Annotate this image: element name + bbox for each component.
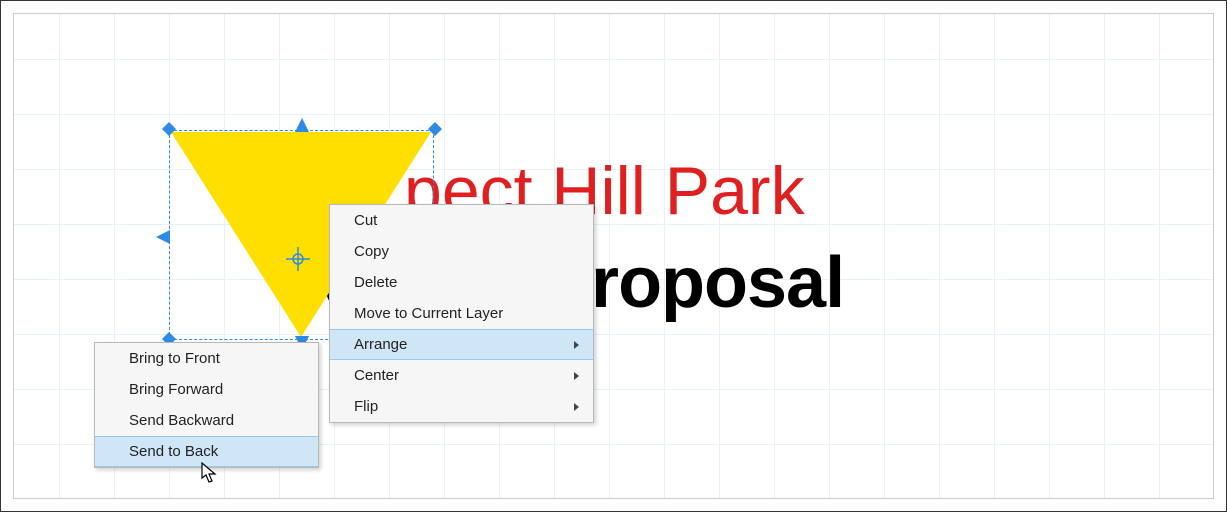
menu-item-flip[interactable]: Flip — [330, 391, 593, 422]
menu-item-delete[interactable]: Delete — [330, 267, 593, 298]
menu-item-copy[interactable]: Copy — [330, 236, 593, 267]
submenu-item-bring-to-front[interactable]: Bring to Front — [95, 343, 318, 374]
submenu-item-label: Send to Back — [129, 443, 218, 460]
submenu-item-label: Bring to Front — [129, 350, 220, 367]
menu-item-label: Move to Current Layer — [354, 305, 503, 322]
selection-handle-top-left[interactable] — [162, 122, 176, 136]
context-menu[interactable]: Cut Copy Delete Move to Current Layer Ar… — [329, 204, 594, 423]
submenu-arrow-icon — [574, 403, 579, 411]
menu-item-label: Copy — [354, 243, 389, 260]
submenu-arrow-icon — [574, 341, 579, 349]
menu-item-label: Center — [354, 367, 399, 384]
submenu-item-bring-forward[interactable]: Bring Forward — [95, 374, 318, 405]
selection-handle-top-mid[interactable] — [295, 118, 309, 132]
menu-item-cut[interactable]: Cut — [330, 205, 593, 236]
submenu-arrow-icon — [574, 372, 579, 380]
menu-item-label: Cut — [354, 212, 377, 229]
rotation-center-icon[interactable] — [286, 247, 310, 271]
menu-item-center[interactable]: Center — [330, 360, 593, 391]
drawing-canvas[interactable]: pect Hill Park seating proposal — [13, 13, 1214, 499]
submenu-item-send-backward[interactable]: Send Backward — [95, 405, 318, 436]
arrange-submenu[interactable]: Bring to Front Bring Forward Send Backwa… — [94, 342, 319, 468]
menu-item-label: Arrange — [354, 336, 407, 353]
menu-item-label: Flip — [354, 398, 378, 415]
selection-handle-mid-left[interactable] — [156, 230, 170, 244]
menu-item-arrange[interactable]: Arrange — [330, 329, 593, 360]
submenu-item-label: Bring Forward — [129, 381, 223, 398]
submenu-item-send-to-back[interactable]: Send to Back — [95, 436, 318, 467]
submenu-item-label: Send Backward — [129, 412, 234, 429]
menu-item-move-to-current-layer[interactable]: Move to Current Layer — [330, 298, 593, 329]
selection-handle-top-right[interactable] — [428, 122, 442, 136]
menu-item-label: Delete — [354, 274, 397, 291]
